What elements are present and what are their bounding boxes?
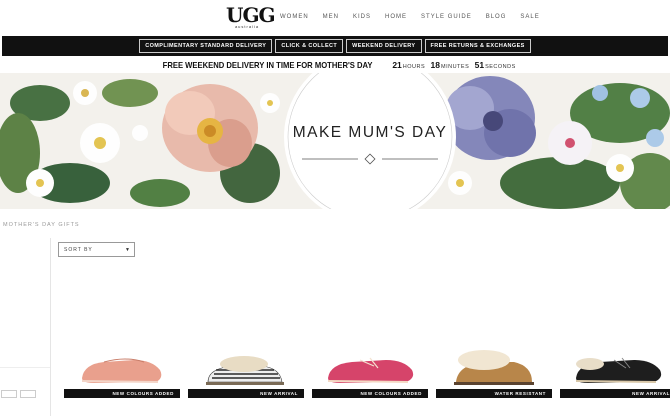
nav-men[interactable]: MEN	[323, 14, 339, 20]
nav-women[interactable]: WOMEN	[280, 14, 309, 20]
click-collect-button[interactable]: CLICK & COLLECT	[275, 39, 344, 53]
sort-by-select[interactable]: SORT BY ▼	[58, 242, 135, 257]
product-badge: NEW COLOURS ADDED	[64, 389, 180, 398]
nav-style-guide[interactable]: STYLE GUIDE	[421, 14, 472, 20]
delivery-countdown: FREE WEEKEND DELIVERY IN TIME FOR MOTHER…	[0, 58, 670, 72]
slipper-scuff-image	[206, 356, 284, 385]
site-header: UGG australia WOMEN MEN KIDS HOME STYLE …	[0, 0, 670, 36]
hours-label: HOURS	[402, 64, 426, 70]
nav-home[interactable]: HOME	[385, 14, 407, 20]
countdown-text: FREE WEEKEND DELIVERY IN TIME FOR MOTHER…	[162, 60, 373, 70]
product-card[interactable]: NEW COLOURS ADDED	[64, 338, 180, 416]
product-badge: NEW ARRIVAL	[560, 389, 670, 398]
minutes-label: MINUTES	[441, 64, 470, 70]
product-card[interactable]: WATER RESISTANT	[436, 338, 552, 416]
product-card[interactable]: NEW COLOURS ADDED	[312, 338, 428, 416]
hero-banner[interactable]: MAKE MUM'S DAY	[0, 73, 670, 209]
sidebar-line	[0, 367, 50, 368]
logo-text: UGG	[226, 3, 276, 27]
promo-bar: COMPLIMENTARY STANDARD DELIVERY CLICK & …	[2, 36, 668, 56]
caret-down-icon: ▼	[125, 247, 130, 253]
nav-kids[interactable]: KIDS	[353, 14, 371, 20]
sidebar-divider	[50, 238, 51, 416]
slipper-moccasin-image	[81, 358, 162, 383]
complimentary-delivery-button[interactable]: COMPLIMENTARY STANDARD DELIVERY	[139, 39, 273, 53]
pager-prev[interactable]	[1, 390, 17, 398]
breadcrumb[interactable]: MOTHER'S DAY GIFTS	[3, 222, 80, 228]
free-returns-button[interactable]: FREE RETURNS & EXCHANGES	[424, 39, 531, 53]
weekend-delivery-button[interactable]: WEEKEND DELIVERY	[346, 39, 422, 53]
product-card[interactable]: NEW ARRIVAL	[560, 338, 670, 416]
countdown-hours: 21	[392, 60, 402, 70]
slipper-scuffette-image	[454, 350, 534, 385]
product-badge: NEW COLOURS ADDED	[312, 389, 428, 398]
product-card[interactable]: NEW ARRIVAL	[188, 338, 304, 416]
countdown-seconds: 51	[474, 60, 485, 70]
ugg-logo[interactable]: UGG australia	[226, 3, 276, 32]
product-badge: WATER RESISTANT	[436, 389, 552, 398]
pager-next[interactable]	[20, 390, 36, 398]
seconds-label: SECONDS	[485, 64, 516, 70]
hero-title: MAKE MUM'S DAY	[292, 124, 448, 141]
product-badge: NEW ARRIVAL	[188, 389, 304, 398]
countdown-timer: 21HOURS 18MINUTES 51SECONDS	[392, 60, 518, 70]
nav-sale[interactable]: SALE	[520, 14, 539, 20]
main-nav: WOMEN MEN KIDS HOME STYLE GUIDE BLOG SAL…	[276, 14, 554, 20]
slipper-moccasin-black-image	[575, 357, 662, 383]
sort-label: SORT BY	[64, 247, 93, 253]
slipper-moccasin-pink-image	[327, 357, 414, 383]
nav-blog[interactable]: BLOG	[486, 14, 507, 20]
countdown-minutes: 18	[430, 60, 440, 70]
